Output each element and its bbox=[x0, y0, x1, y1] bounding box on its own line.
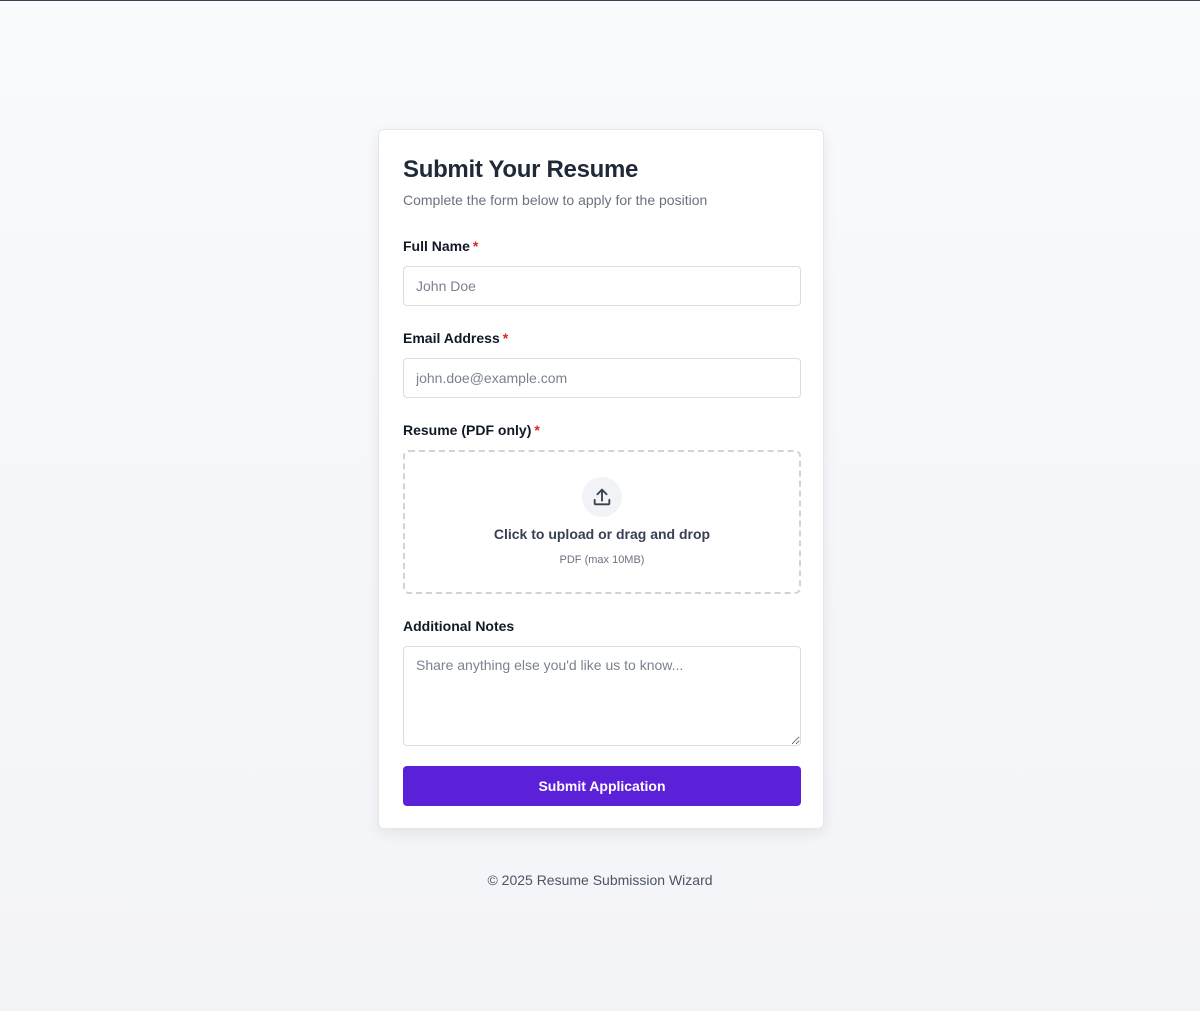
resume-upload-dropzone[interactable]: Click to upload or drag and drop PDF (ma… bbox=[403, 450, 801, 594]
full-name-input[interactable] bbox=[403, 266, 801, 306]
footer-copyright: © 2025 Resume Submission Wizard bbox=[487, 872, 713, 888]
form-title: Submit Your Resume bbox=[403, 156, 639, 183]
upload-instruction: Click to upload or drag and drop bbox=[493, 526, 711, 542]
required-marker: * bbox=[472, 238, 479, 254]
resume-form-card: Submit Your Resume Complete the form bel… bbox=[378, 129, 824, 829]
form-subtitle: Complete the form below to apply for the… bbox=[403, 192, 708, 208]
email-label: Email Address * bbox=[403, 330, 508, 346]
resume-label-text: Resume (PDF only) bbox=[403, 422, 532, 438]
full-name-label-text: Full Name bbox=[403, 238, 470, 254]
submit-application-button[interactable]: Submit Application bbox=[403, 766, 801, 806]
full-name-label: Full Name * bbox=[403, 238, 478, 254]
required-marker: * bbox=[502, 330, 509, 346]
required-marker: * bbox=[534, 422, 540, 438]
additional-notes-textarea[interactable] bbox=[403, 646, 801, 746]
email-label-text: Email Address bbox=[403, 330, 500, 346]
resume-label: Resume (PDF only) * bbox=[403, 422, 540, 438]
additional-notes-label: Additional Notes bbox=[403, 618, 515, 634]
upload-file-hint: PDF (max 10MB) bbox=[559, 554, 645, 566]
upload-icon bbox=[582, 477, 622, 517]
email-input[interactable] bbox=[403, 358, 801, 398]
